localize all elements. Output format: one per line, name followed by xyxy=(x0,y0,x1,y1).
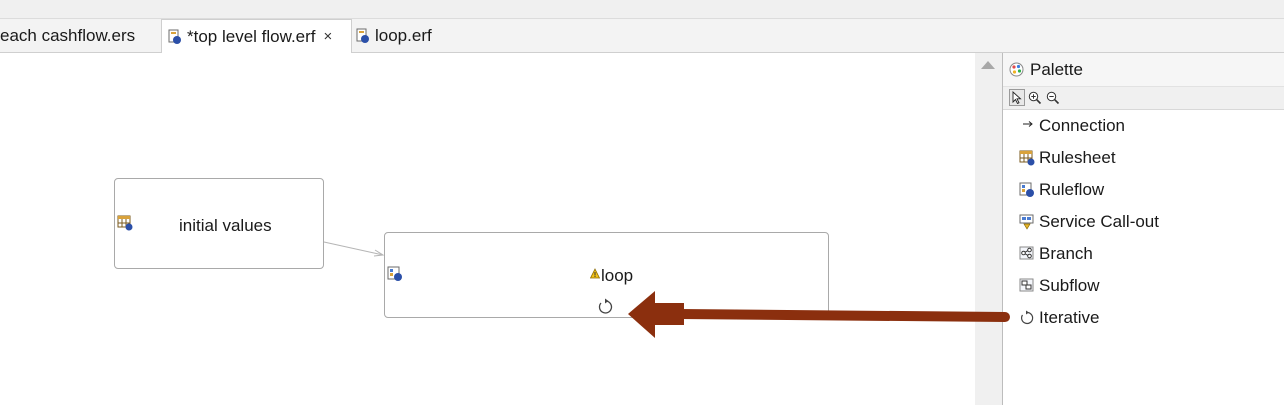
tab-loop[interactable]: loop.erf xyxy=(356,19,432,52)
flow-canvas[interactable]: initial values loop xyxy=(0,53,975,405)
palette-item-ruleflow[interactable]: Ruleflow xyxy=(1019,177,1104,203)
tab-top-level-flow[interactable]: *top level flow.erf × xyxy=(161,19,352,53)
palette-item-connection[interactable]: Connection xyxy=(1019,113,1125,139)
palette-header[interactable]: Palette xyxy=(1003,53,1284,86)
ruleflow-file-icon xyxy=(356,28,370,44)
palette-item-iterative[interactable]: Iterative xyxy=(1019,305,1099,331)
palette-item-label: Subflow xyxy=(1039,276,1100,295)
ruleflow-icon xyxy=(1019,182,1035,198)
node-label: initial values xyxy=(179,216,272,235)
palette-item-rulesheet[interactable]: Rulesheet xyxy=(1019,145,1116,171)
node-label: loop xyxy=(601,266,634,285)
palette-item-branch[interactable]: Branch xyxy=(1019,241,1093,267)
palette-item-label: Connection xyxy=(1039,116,1126,135)
palette-item-label: Service Call-out xyxy=(1039,212,1159,231)
warning-icon xyxy=(589,267,601,279)
palette-toolbar xyxy=(1003,86,1284,110)
palette-panel: Palette Connection Rulesheet Ruleflow Se… xyxy=(1002,53,1284,405)
tab-each-cashflow[interactable]: each cashflow.ers xyxy=(0,19,135,52)
rulesheet-icon xyxy=(1019,150,1035,166)
window-top-strip xyxy=(0,0,1284,19)
tab-label: *top level flow.erf xyxy=(187,26,316,46)
editor-tab-bar: each cashflow.ers *top level flow.erf × … xyxy=(0,19,1284,53)
palette-item-label: Rulesheet xyxy=(1039,148,1116,167)
select-tool-icon[interactable] xyxy=(1009,89,1025,106)
palette-item-service-callout[interactable]: Service Call-out xyxy=(1019,209,1159,235)
node-loop[interactable]: loop xyxy=(384,232,829,318)
palette-icon xyxy=(1009,62,1024,77)
branch-icon xyxy=(1019,246,1035,262)
rulesheet-icon xyxy=(117,215,133,231)
subflow-icon xyxy=(1019,278,1035,294)
tab-label: loop.erf xyxy=(375,25,432,45)
zoom-in-icon[interactable] xyxy=(1027,89,1043,106)
ruleflow-icon xyxy=(387,266,403,282)
service-callout-icon xyxy=(1019,214,1035,230)
palette-item-subflow[interactable]: Subflow xyxy=(1019,273,1099,299)
iterative-icon xyxy=(1019,310,1035,326)
ruleflow-file-icon xyxy=(168,29,182,45)
close-icon[interactable]: × xyxy=(324,28,333,45)
connection-arrow-icon xyxy=(1019,118,1035,134)
palette-item-label: Branch xyxy=(1039,244,1093,263)
palette-item-label: Iterative xyxy=(1039,308,1100,327)
scroll-up-arrow-icon[interactable] xyxy=(981,61,995,69)
palette-item-label: Ruleflow xyxy=(1039,180,1105,199)
node-initial-values[interactable]: initial values xyxy=(114,178,324,269)
palette-title: Palette xyxy=(1030,59,1083,79)
iterative-icon xyxy=(597,298,613,314)
tab-label: each cashflow.ers xyxy=(0,25,136,45)
zoom-out-icon[interactable] xyxy=(1045,89,1061,106)
vertical-scrollbar[interactable] xyxy=(975,53,1002,405)
